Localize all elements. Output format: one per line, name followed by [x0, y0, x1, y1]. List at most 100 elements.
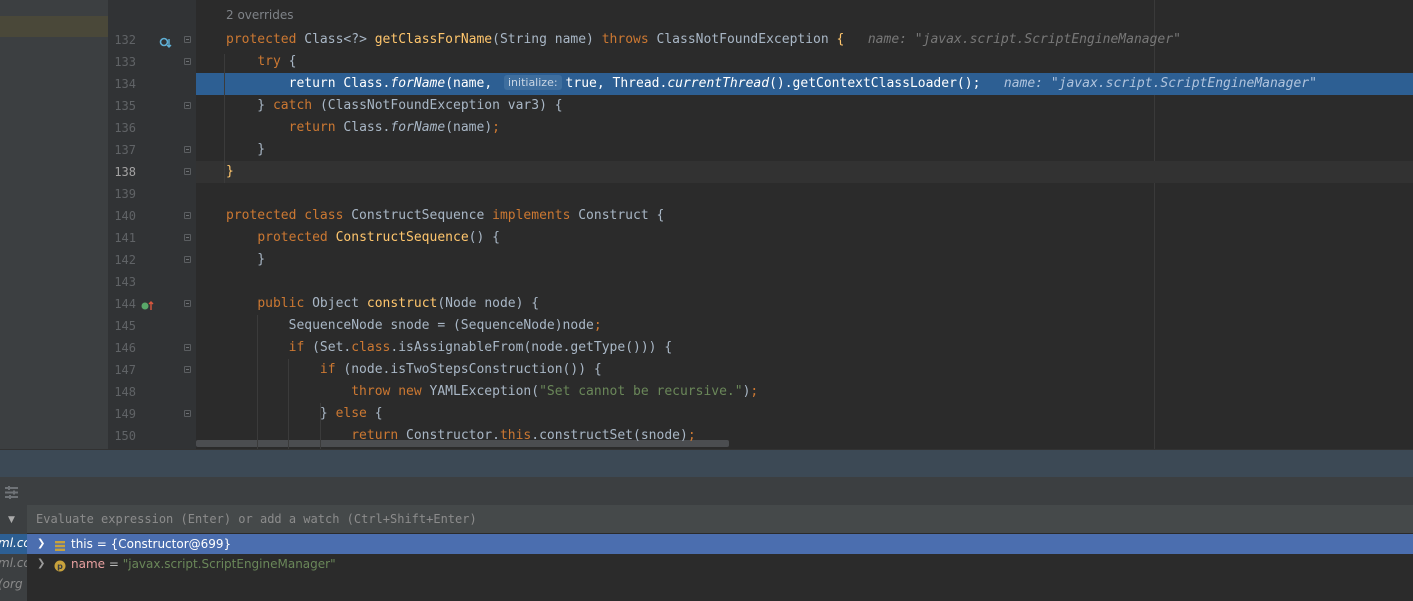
code-line-148[interactable]: throw new YAMLException("Set cannot be r… — [196, 381, 1413, 403]
line-number[interactable]: 141 — [108, 227, 136, 249]
line-number[interactable]: 147 — [108, 359, 136, 381]
variable-name: this — [71, 537, 93, 551]
line-number[interactable]: 149 — [108, 403, 136, 425]
line-number[interactable]: 139 — [108, 183, 136, 205]
code-token: } — [226, 252, 266, 267]
variables-panel: ❯ this = {Constructor@699} ❯ p name = "j… — [27, 505, 1413, 601]
code-line-146[interactable]: if (Set.class.isAssignableFrom(node.getT… — [196, 337, 1413, 359]
code-line-144[interactable]: public Object construct(Node node) { — [196, 293, 1413, 315]
line-number[interactable]: 144 — [108, 293, 136, 315]
code-token: getClassForName — [374, 32, 493, 47]
code-token: implements — [492, 208, 579, 223]
code-line-149[interactable]: } else { — [196, 403, 1413, 425]
fold-toggle-icon[interactable] — [184, 234, 191, 241]
implements-method-icon[interactable] — [141, 297, 155, 316]
indent-guide — [224, 54, 225, 183]
line-number[interactable]: 138 — [108, 161, 136, 183]
code-line-142[interactable]: } — [196, 249, 1413, 271]
line-number[interactable]: 145 — [108, 315, 136, 337]
frames-dropdown-icon[interactable]: ▼ — [8, 515, 15, 525]
code-token: (name) — [445, 120, 493, 135]
code-token: else — [335, 406, 375, 421]
code-line-137[interactable]: } — [196, 139, 1413, 161]
code-token: ConstructSequence — [335, 230, 469, 245]
code-token: ; — [492, 120, 500, 135]
code-token: protected — [257, 230, 336, 245]
overridden-method-icon[interactable] — [159, 34, 173, 53]
project-panel-selected-row[interactable] — [0, 16, 108, 37]
code-line-134[interactable]: return Class.forName(name, initialize: tr… — [196, 73, 1413, 95]
expand-chevron-icon[interactable]: ❯ — [37, 534, 45, 554]
code-token: Object — [312, 296, 367, 311]
variable-row-name[interactable]: ❯ p name = "javax.script.ScriptEngineMan… — [27, 554, 1413, 574]
fold-toggle-icon[interactable] — [184, 256, 191, 263]
line-number[interactable]: 133 — [108, 51, 136, 73]
frame-item[interactable]: ml.co — [0, 536, 27, 550]
code-line-139[interactable] — [196, 183, 1413, 205]
code-line-138[interactable]: } — [196, 161, 1413, 183]
code-token: Class<?> — [304, 32, 375, 47]
code-line-145[interactable]: SequenceNode snode = (SequenceNode)node; — [196, 315, 1413, 337]
expand-chevron-icon[interactable]: ❯ — [37, 554, 45, 574]
parameter-hint: initialize: — [503, 75, 562, 90]
frame-item[interactable]: (org — [0, 577, 23, 591]
line-number[interactable]: 134 — [108, 73, 136, 95]
code-token: { — [374, 406, 383, 421]
line-number[interactable]: 148 — [108, 381, 136, 403]
code-token: ; — [593, 318, 602, 333]
svg-text:p: p — [57, 562, 63, 571]
code-line-147[interactable]: if (node.isTwoStepsConstruction()) { — [196, 359, 1413, 381]
code-token: if — [288, 340, 313, 355]
fold-toggle-icon[interactable] — [184, 366, 191, 373]
overrides-inlay-hint[interactable]: 2 overrides — [226, 8, 294, 22]
code-token: Class. — [343, 76, 391, 91]
fold-toggle-icon[interactable] — [184, 344, 191, 351]
project-panel-edge — [0, 0, 108, 449]
line-number[interactable]: 143 — [108, 271, 136, 293]
code-token: } — [226, 142, 266, 157]
fold-toggle-icon[interactable] — [184, 168, 191, 175]
fold-toggle-icon[interactable] — [184, 410, 191, 417]
code-line-135[interactable]: } catch (ClassNotFoundException var3) { — [196, 95, 1413, 117]
code-token: .isAssignableFrom(node.getType())) { — [390, 340, 673, 355]
fold-toggle-icon[interactable] — [184, 212, 191, 219]
code-token: Class. — [343, 120, 391, 135]
line-number[interactable]: 140 — [108, 205, 136, 227]
code-line-141[interactable]: protected ConstructSequence() { — [196, 227, 1413, 249]
code-editor[interactable]: 2 overrides protected Class<?> getClassF… — [196, 0, 1413, 449]
indent-guide — [288, 359, 289, 449]
code-token: Constructor. — [406, 428, 500, 443]
line-number[interactable]: 136 — [108, 117, 136, 139]
variable-row-this[interactable]: ❯ this = {Constructor@699} — [27, 534, 1413, 554]
fold-toggle-icon[interactable] — [184, 58, 191, 65]
code-token: SequenceNode snode = (SequenceNode)node — [226, 318, 594, 333]
fold-toggle-icon[interactable] — [184, 300, 191, 307]
line-number[interactable]: 135 — [108, 95, 136, 117]
line-number[interactable]: 137 — [108, 139, 136, 161]
fold-toggle-icon[interactable] — [184, 146, 191, 153]
line-number[interactable]: 132 — [108, 29, 136, 51]
code-line-136[interactable]: return Class.forName(name); — [196, 117, 1413, 139]
layout-settings-icon[interactable] — [5, 484, 18, 499]
code-token: return — [288, 120, 344, 135]
code-line-140[interactable]: protected class ConstructSequence implem… — [196, 205, 1413, 227]
line-number[interactable]: 146 — [108, 337, 136, 359]
fold-toggle-icon[interactable] — [184, 36, 191, 43]
evaluate-expression-input[interactable] — [27, 505, 1413, 533]
line-number[interactable]: 150 — [108, 425, 136, 447]
code-line-132[interactable]: protected Class<?> getClassForName(Strin… — [196, 29, 1413, 51]
code-token: .constructSet(snode) — [531, 428, 688, 443]
code-line-133[interactable]: try { — [196, 51, 1413, 73]
code-line-150[interactable]: return Constructor.this.constructSet(sno… — [196, 425, 1413, 447]
code-line-143[interactable] — [196, 271, 1413, 293]
code-token: return — [351, 428, 407, 443]
editor-gutter[interactable]: 132 133 134 135 136 137 138 139 140 141 142 143 144 1… — [108, 0, 213, 449]
variable-value: "javax.script.ScriptEngineManager" — [122, 557, 336, 571]
line-number[interactable]: 142 — [108, 249, 136, 271]
fold-toggle-icon[interactable] — [184, 102, 191, 109]
indent-guide — [257, 315, 258, 449]
frame-item[interactable]: ml.co — [0, 556, 27, 570]
